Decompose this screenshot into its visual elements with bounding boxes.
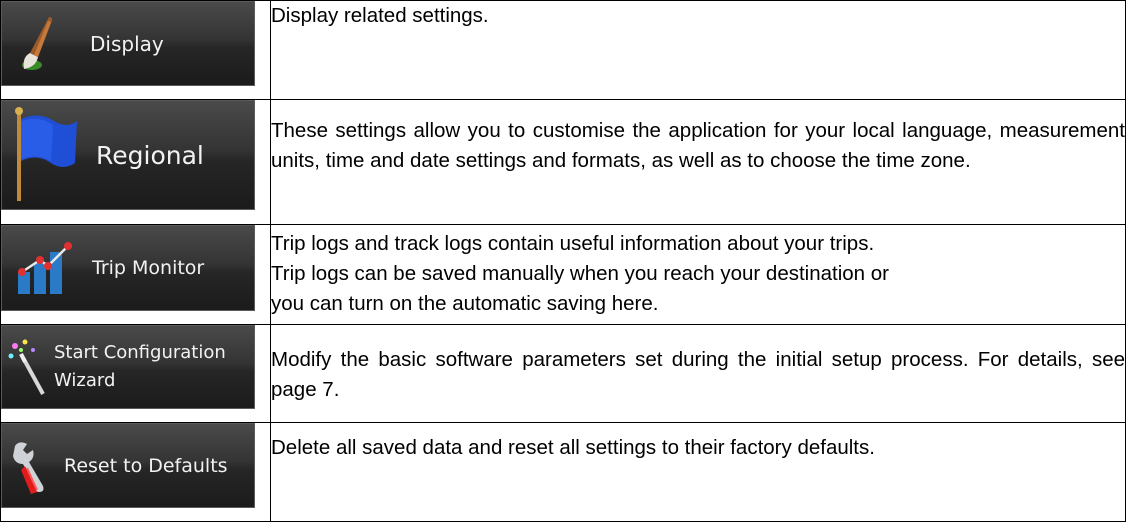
button-cell: Trip Monitor xyxy=(0,224,271,325)
trip-monitor-description-line: Trip logs and track logs contain useful … xyxy=(271,232,875,255)
trip-monitor-label: Trip Monitor xyxy=(92,257,205,279)
button-cell: Start Configuration Wizard xyxy=(0,324,271,423)
start-configuration-wizard-label: Start Configuration Wizard xyxy=(54,339,226,395)
wrench-icon xyxy=(2,438,60,494)
display-button[interactable]: Display xyxy=(1,1,255,86)
settings-table: Display Display related settings. Region… xyxy=(0,0,1126,522)
trip-monitor-button[interactable]: Trip Monitor xyxy=(1,225,255,311)
paintbrush-icon xyxy=(2,13,72,75)
start-configuration-wizard-description: Modify the basic software parameters set… xyxy=(271,348,1125,401)
reset-to-defaults-description: Delete all saved data and reset all sett… xyxy=(271,436,875,459)
display-label: Display xyxy=(90,31,164,56)
start-configuration-wizard-label-line: Wizard xyxy=(54,370,116,391)
trip-monitor-description-line: Trip logs can be saved manually when you… xyxy=(271,262,890,285)
table-row: Regional These settings allow you to cus… xyxy=(0,99,1126,225)
description-cell: Display related settings. xyxy=(270,0,1126,100)
regional-label: Regional xyxy=(96,140,204,170)
regional-button[interactable]: Regional xyxy=(1,100,255,210)
table-row: Display Display related settings. xyxy=(0,0,1126,100)
start-configuration-wizard-label-line: Start Configuration xyxy=(54,342,226,363)
magic-wand-icon xyxy=(2,336,52,396)
trip-monitor-description-line: you can turn on the automatic saving her… xyxy=(271,292,659,315)
table-row: Start Configuration Wizard Modify the ba… xyxy=(0,324,1126,423)
reset-to-defaults-label: Reset to Defaults xyxy=(64,454,228,477)
button-cell: Display xyxy=(0,0,271,100)
button-cell: Reset to Defaults xyxy=(0,422,271,522)
display-description: Display related settings. xyxy=(271,4,489,27)
bar-chart-icon xyxy=(2,242,84,294)
description-cell: These settings allow you to customise th… xyxy=(270,99,1126,225)
table-row: Reset to Defaults Delete all saved data … xyxy=(0,422,1126,522)
button-cell: Regional xyxy=(0,99,271,225)
description-cell: Trip logs and track logs contain useful … xyxy=(270,224,1126,325)
description-cell: Delete all saved data and reset all sett… xyxy=(270,422,1126,522)
start-configuration-wizard-button[interactable]: Start Configuration Wizard xyxy=(1,325,255,409)
flag-icon xyxy=(2,107,86,203)
description-cell: Modify the basic software parameters set… xyxy=(270,324,1126,423)
regional-description: These settings allow you to customise th… xyxy=(271,119,1125,172)
table-row: Trip Monitor Trip logs and track logs co… xyxy=(0,224,1126,325)
reset-to-defaults-button[interactable]: Reset to Defaults xyxy=(1,423,255,508)
